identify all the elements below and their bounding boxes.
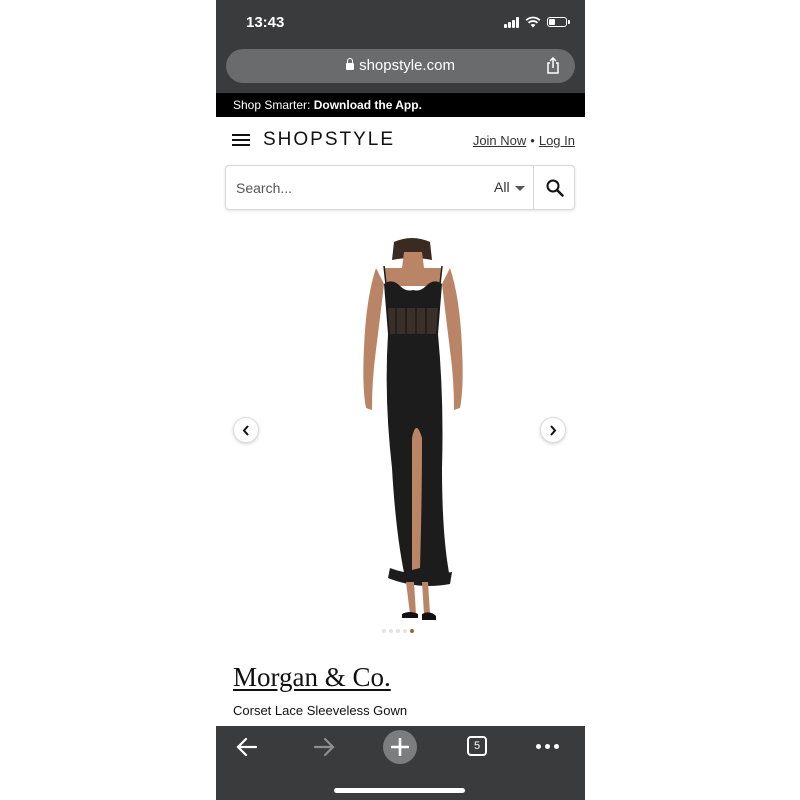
gallery-prev-button[interactable] — [233, 417, 259, 443]
plus-icon — [391, 738, 409, 756]
back-arrow-icon[interactable] — [234, 734, 260, 760]
promo-text: Shop Smarter: Download the App. — [233, 98, 422, 112]
join-now-link[interactable]: Join Now — [473, 133, 526, 148]
browser-address-area: shopstyle.com — [216, 44, 585, 93]
promo-lead: Shop Smarter: — [233, 98, 314, 112]
gallery-dot[interactable] — [382, 629, 386, 633]
new-tab-button[interactable] — [383, 730, 417, 764]
search-icon — [546, 179, 564, 197]
phone-screen: 13:43 shopstyle.com Shop Smarter: Downlo… — [216, 0, 585, 800]
home-indicator — [334, 788, 465, 793]
promo-cta[interactable]: Download the App. — [314, 98, 422, 112]
auth-links: Join Now • Log In — [473, 133, 575, 148]
product-brand[interactable]: Morgan & Co. — [233, 662, 391, 693]
product-image-gallery — [216, 230, 585, 640]
search-scope-dropdown[interactable]: All — [494, 179, 525, 195]
site-header: SHOPSTYLE Join Now • Log In — [216, 117, 585, 163]
battery-icon — [547, 17, 570, 27]
wifi-icon — [525, 16, 541, 28]
log-in-link[interactable]: Log In — [539, 133, 575, 148]
lock-icon — [346, 58, 355, 70]
address-url: shopstyle.com — [359, 57, 455, 74]
chevron-right-icon — [550, 425, 557, 436]
chevron-left-icon — [242, 425, 249, 436]
product-image[interactable] — [326, 238, 476, 628]
share-icon[interactable] — [545, 57, 561, 75]
search-scope-value: All — [494, 179, 510, 195]
product-name: Corset Lace Sleeveless Gown — [233, 703, 408, 718]
gallery-dot[interactable] — [396, 629, 400, 633]
address-bar[interactable]: shopstyle.com — [226, 49, 575, 83]
gallery-dot[interactable] — [389, 629, 393, 633]
gallery-dot[interactable] — [403, 629, 407, 633]
more-icon[interactable] — [536, 744, 559, 749]
gallery-pagination-dots — [382, 629, 414, 633]
status-bar: 13:43 — [216, 0, 585, 44]
status-icons — [504, 15, 570, 29]
gallery-dot-active[interactable] — [410, 629, 414, 633]
tab-switcher-button[interactable]: 5 — [467, 736, 487, 756]
search-bar: All — [225, 165, 575, 210]
search-input[interactable] — [236, 177, 476, 199]
menu-icon[interactable] — [232, 134, 250, 146]
gallery-next-button[interactable] — [540, 417, 566, 443]
chevron-down-icon — [514, 185, 525, 191]
address-text-wrap: shopstyle.com — [226, 57, 575, 74]
search-button[interactable] — [533, 166, 575, 209]
status-time: 13:43 — [246, 14, 285, 31]
app-promo-banner[interactable]: Shop Smarter: Download the App. — [216, 93, 585, 117]
signal-icon — [504, 16, 519, 28]
forward-arrow-icon[interactable] — [311, 734, 337, 760]
auth-separator: • — [530, 133, 535, 148]
site-logo[interactable]: SHOPSTYLE — [263, 129, 395, 151]
